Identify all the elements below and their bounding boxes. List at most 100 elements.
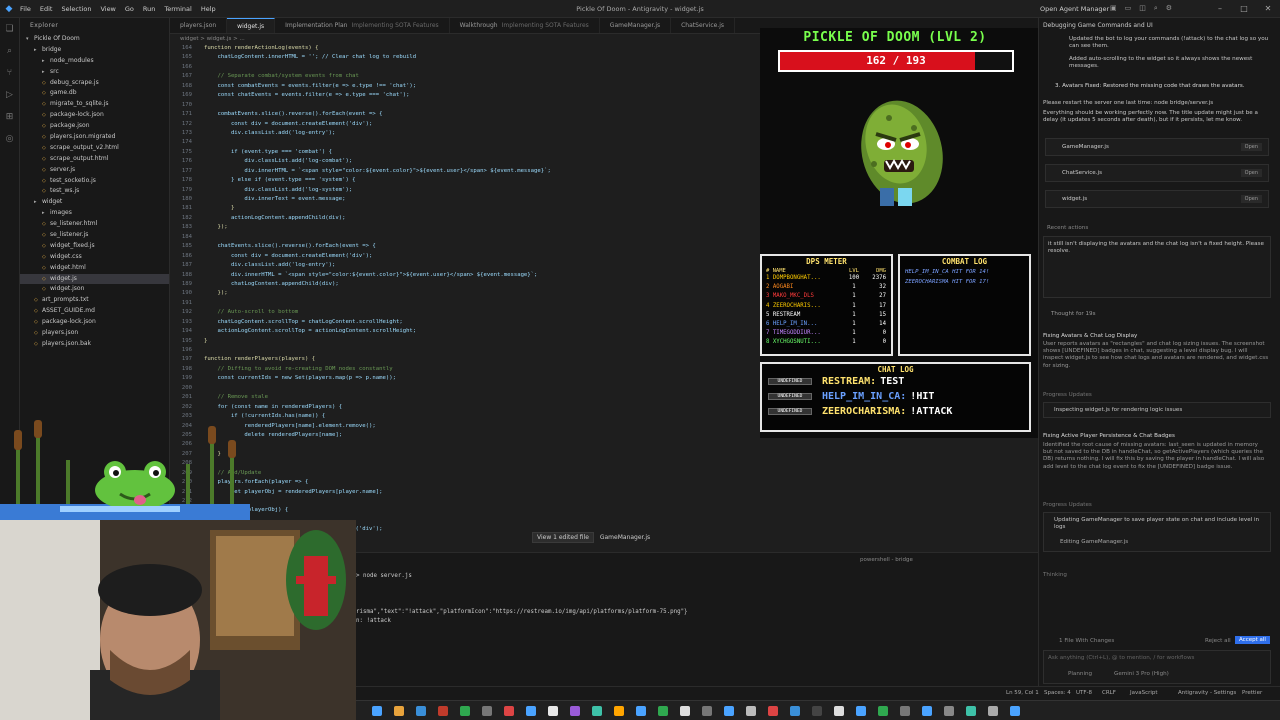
explorer-file[interactable]: ◇ game.db xyxy=(20,88,169,99)
explorer-file[interactable]: ◇ scrape_output.html xyxy=(20,154,169,165)
file-card-widget[interactable]: widget.js Open xyxy=(1045,190,1269,208)
accept-all-button[interactable]: Accept all xyxy=(1235,636,1270,644)
line-ending[interactable]: CRLF xyxy=(1102,690,1116,696)
taskbar-app-icon[interactable] xyxy=(724,706,734,716)
layout-icon[interactable]: ▣ xyxy=(1110,4,1117,13)
open-button[interactable]: Open xyxy=(1240,143,1262,151)
menu-item[interactable]: Go xyxy=(125,5,134,13)
explorer-folder[interactable]: ▸ images xyxy=(20,208,169,219)
source-control-icon[interactable]: ⑂ xyxy=(0,62,19,84)
close-icon[interactable]: ✕ xyxy=(1256,4,1280,13)
taskbar-app-icon[interactable] xyxy=(702,706,712,716)
menu-item[interactable]: Selection xyxy=(61,5,91,13)
code-editor[interactable]: 164 function renderActionLog(events) {165… xyxy=(170,44,760,549)
explorer-file[interactable]: ◇ scrape_output_v2.html xyxy=(20,143,169,154)
explorer-folder[interactable]: ▸ src xyxy=(20,67,169,78)
taskbar-app-icon[interactable] xyxy=(636,706,646,716)
maximize-icon[interactable]: □ xyxy=(1232,4,1256,13)
explorer-file[interactable]: ◇ players.json.bak xyxy=(20,339,169,350)
breadcrumb[interactable]: widget > widget.js > ... xyxy=(170,34,245,44)
taskbar-app-icon[interactable] xyxy=(1010,706,1020,716)
taskbar-app-icon[interactable] xyxy=(878,706,888,716)
model-select[interactable]: Gemini 3 Pro (High) xyxy=(1114,671,1169,678)
explorer-file[interactable]: ◇ art_prompts.txt xyxy=(20,295,169,306)
taskbar-app-icon[interactable] xyxy=(372,706,382,716)
explorer-file[interactable]: ◇ package-lock.json xyxy=(20,110,169,121)
taskbar-app-icon[interactable] xyxy=(482,706,492,716)
extensions-icon[interactable]: ⊞ xyxy=(0,106,19,128)
explorer-file[interactable]: ◇ players.json xyxy=(20,328,169,339)
taskbar-app-icon[interactable] xyxy=(812,706,822,716)
open-button[interactable]: Open xyxy=(1240,195,1262,203)
taskbar-app-icon[interactable] xyxy=(570,706,580,716)
taskbar-app-icon[interactable] xyxy=(394,706,404,716)
taskbar-app-icon[interactable] xyxy=(438,706,448,716)
file-card-gamemanager[interactable]: GameManager.js Open xyxy=(1045,138,1269,156)
taskbar-app-icon[interactable] xyxy=(416,706,426,716)
menu-item[interactable]: View xyxy=(100,5,115,13)
explorer-file[interactable]: ◇ package-lock.json xyxy=(20,317,169,328)
explorer-folder[interactable]: ▸ widget xyxy=(20,197,169,208)
taskbar-app-icon[interactable] xyxy=(790,706,800,716)
taskbar-app-icon[interactable] xyxy=(680,706,690,716)
cursor-position[interactable]: Ln 59, Col 1 xyxy=(1006,690,1039,696)
taskbar-app-icon[interactable] xyxy=(900,706,910,716)
explorer-file[interactable]: ◇ se_listener.html xyxy=(20,219,169,230)
taskbar-app-icon[interactable] xyxy=(834,706,844,716)
taskbar-app-icon[interactable] xyxy=(460,706,470,716)
taskbar-app-icon[interactable] xyxy=(966,706,976,716)
settings-icon[interactable]: ⚙ xyxy=(1166,4,1172,13)
language-mode[interactable]: JavaScript xyxy=(1130,690,1158,696)
explorer-file[interactable]: ◇ se_listener.js xyxy=(20,230,169,241)
agent-icon[interactable]: ◎ xyxy=(0,128,19,150)
explorer-folder[interactable]: ▸ node_modules xyxy=(20,56,169,67)
recent-actions-label[interactable]: Recent actions xyxy=(1047,225,1088,232)
indent-setting[interactable]: Spaces: 4 xyxy=(1044,690,1071,696)
editor-tab[interactable]: Implementation Plan Implementing SOTA Fea… xyxy=(275,18,450,33)
explorer-file[interactable]: ◇ widget_fixed.js xyxy=(20,241,169,252)
explorer-root[interactable]: ▾ Pickle Of Doom xyxy=(20,34,169,45)
editor-tab[interactable]: players.json xyxy=(170,18,228,33)
editor-tab[interactable]: widget.js xyxy=(227,18,276,33)
explorer-file[interactable]: ◇ widget.html xyxy=(20,263,169,274)
explorer-icon[interactable]: ❏ xyxy=(0,18,19,40)
search-icon[interactable]: ⌕ xyxy=(0,40,19,62)
explorer-file[interactable]: ◇ debug_scrape.js xyxy=(20,78,169,89)
search-icon[interactable]: ⌕ xyxy=(1154,4,1158,13)
encoding[interactable]: UTF-8 xyxy=(1076,690,1092,696)
taskbar-app-icon[interactable] xyxy=(944,706,954,716)
menu-item[interactable]: File xyxy=(20,5,31,13)
explorer-file[interactable]: ◇ test_ws.js xyxy=(20,186,169,197)
menu-item[interactable]: Terminal xyxy=(164,5,191,13)
menu-item[interactable]: Edit xyxy=(40,5,53,13)
prettier-status[interactable]: Prettier xyxy=(1242,690,1262,696)
taskbar-app-icon[interactable] xyxy=(658,706,668,716)
explorer-folder[interactable]: ▸ bridge xyxy=(20,45,169,56)
editor-tab[interactable]: ChatService.js xyxy=(671,18,736,33)
agent-manager-button[interactable]: Open Agent Manager xyxy=(1040,5,1109,13)
explorer-file[interactable]: ◇ package.json xyxy=(20,121,169,132)
editor-tab[interactable]: GameManager.js xyxy=(600,18,672,33)
explorer-file[interactable]: ◇ server.js xyxy=(20,165,169,176)
taskbar-app-icon[interactable] xyxy=(922,706,932,716)
terminal-tab[interactable]: powershell - bridge xyxy=(860,557,913,563)
explorer-file[interactable]: ◇ ASSET_GUIDE.md xyxy=(20,306,169,317)
editor-tab[interactable]: Walkthrough Implementing SOTA Features xyxy=(450,18,600,33)
taskbar-app-icon[interactable] xyxy=(526,706,536,716)
menu-item[interactable]: Help xyxy=(201,5,216,13)
menu-item[interactable]: Run xyxy=(143,5,155,13)
explorer-file[interactable]: ◇ players.json.migrated xyxy=(20,132,169,143)
taskbar-app-icon[interactable] xyxy=(548,706,558,716)
minimize-icon[interactable]: – xyxy=(1208,4,1232,13)
view-edited-file-button[interactable]: View 1 edited file xyxy=(532,532,594,543)
run-debug-icon[interactable]: ▷ xyxy=(0,84,19,106)
agent-input-placeholder[interactable]: Ask anything (Ctrl+L), @ to mention, / f… xyxy=(1048,655,1194,662)
taskbar-app-icon[interactable] xyxy=(592,706,602,716)
edited-file-name[interactable]: GameManager.js xyxy=(600,534,650,541)
thought-toggle[interactable]: Thought for 19s xyxy=(1051,311,1096,318)
editing-file[interactable]: Editing GameManager.js xyxy=(1060,539,1128,546)
reject-all-button[interactable]: Reject all xyxy=(1205,638,1231,645)
explorer-file[interactable]: ◇ widget.js xyxy=(20,273,169,285)
file-card-chatservice[interactable]: ChatService.js Open xyxy=(1045,164,1269,182)
explorer-file[interactable]: ◇ test_socketio.js xyxy=(20,176,169,187)
